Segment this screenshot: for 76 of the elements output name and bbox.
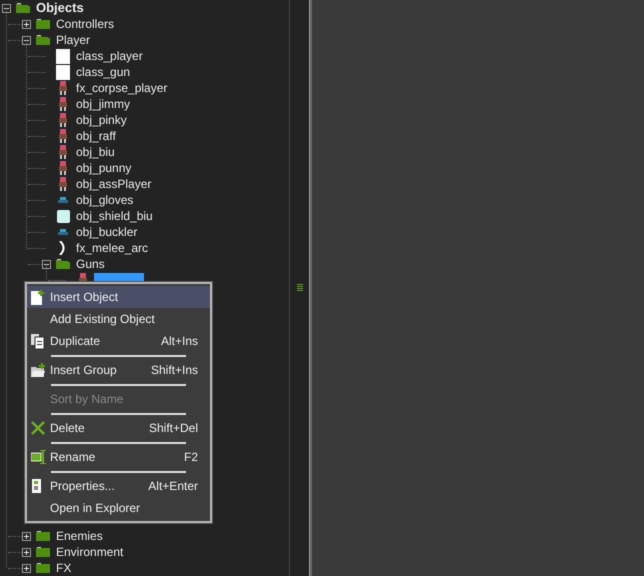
menu-item[interactable]: Open in Explorer — [27, 497, 210, 519]
character-sprite-icon — [57, 145, 69, 159]
rename-icon — [31, 450, 46, 464]
shortcut-label: Alt+Enter — [148, 478, 198, 495]
menu-item-label: Insert Group — [50, 362, 117, 379]
copy-icon — [31, 334, 44, 348]
character-sprite-icon — [57, 177, 69, 191]
blank-icon — [56, 48, 70, 64]
delete-icon — [31, 421, 45, 435]
collapse-icon[interactable] — [42, 260, 51, 269]
tree-item-label[interactable]: obj_punny — [74, 161, 134, 175]
open-folder-icon — [56, 259, 70, 269]
menu-item-label: Duplicate — [50, 333, 100, 350]
expand-icon[interactable] — [22, 20, 31, 29]
properties-icon — [31, 479, 42, 493]
menu-item[interactable]: Rename F2 — [27, 446, 210, 468]
tree-item-label[interactable]: obj_biu — [74, 145, 117, 159]
tree-item-label[interactable]: obj_raff — [74, 129, 118, 143]
arc-icon — [59, 241, 67, 255]
character-sprite-icon — [57, 97, 69, 111]
tree-item-label[interactable]: obj_pinky — [74, 113, 129, 127]
tree-folder-label[interactable]: Controllers — [54, 17, 116, 31]
small-sprite-icon — [58, 197, 68, 203]
menu-item[interactable]: Delete Shift+Del — [27, 417, 210, 439]
expand-icon[interactable] — [22, 548, 31, 557]
menu-item-label: Open in Explorer — [50, 500, 140, 517]
character-sprite-icon — [57, 129, 69, 143]
folder-icon — [36, 563, 50, 573]
open-folder-icon — [36, 35, 50, 45]
menu-item[interactable]: Properties... Alt+Enter — [27, 475, 210, 497]
menu-item-label: Delete — [50, 420, 85, 437]
tree-folder-label[interactable]: Guns — [74, 257, 107, 271]
menu-item[interactable]: Insert Object — [27, 286, 210, 308]
new-document-icon — [31, 290, 44, 304]
tree-item-label[interactable]: obj_gloves — [74, 193, 136, 207]
tree-item-label[interactable]: fx_melee_arc — [74, 241, 150, 255]
shortcut-label: Shift+Ins — [150, 362, 198, 379]
expand-icon[interactable] — [22, 564, 31, 573]
open-folder-icon — [16, 3, 30, 13]
folder-icon — [36, 547, 50, 557]
menu-item-label: Rename — [50, 449, 96, 466]
tree-folder-label[interactable]: Enemies — [54, 529, 105, 543]
tree-folder-label[interactable]: Objects — [34, 1, 86, 15]
shield-icon — [56, 210, 70, 222]
character-sprite-icon — [57, 113, 69, 127]
shortcut-label: Shift+Del — [148, 420, 198, 437]
blank-icon — [56, 64, 70, 80]
small-sprite-icon — [58, 229, 68, 235]
tree-item-label[interactable]: class_player — [74, 49, 145, 63]
expand-icon[interactable] — [22, 532, 31, 541]
menu-item[interactable]: Insert Group Shift+Ins — [27, 359, 210, 381]
grip-icon — [296, 284, 302, 292]
character-sprite-icon — [57, 161, 69, 175]
menu-item-label: Add Existing Object — [50, 311, 155, 328]
collapse-icon[interactable] — [2, 4, 11, 13]
shortcut-label: F2 — [184, 449, 198, 466]
menu-item[interactable]: Add Existing Object — [27, 308, 210, 330]
tree-item-label[interactable]: fx_corpse_player — [74, 81, 170, 95]
tree-folder-label[interactable]: Environment — [54, 545, 126, 559]
tree-item-label[interactable]: obj_jimmy — [74, 97, 132, 111]
collapse-icon[interactable] — [22, 36, 31, 45]
menu-item-label: Insert Object — [50, 289, 118, 306]
tree-item-label[interactable]: obj_assPlayer — [74, 177, 154, 191]
shortcut-label: Alt+Ins — [160, 333, 198, 350]
tree-item-label[interactable]: class_gun — [74, 65, 132, 79]
folder-icon — [36, 19, 50, 29]
tree-item-label[interactable]: obj_shield_biu — [74, 209, 155, 223]
tree-item-label[interactable]: obj_buckler — [74, 225, 140, 239]
menu-item[interactable]: Duplicate Alt+Ins — [27, 330, 210, 352]
menu-item-label: Sort by Name — [50, 391, 124, 408]
character-sprite-icon — [57, 81, 69, 95]
tree-folder-label[interactable]: Player — [54, 33, 92, 47]
menu-item-label: Properties... — [50, 478, 115, 495]
new-folder-icon — [31, 363, 45, 377]
tree-folder-label[interactable]: FX — [54, 561, 74, 575]
folder-icon — [36, 531, 50, 541]
